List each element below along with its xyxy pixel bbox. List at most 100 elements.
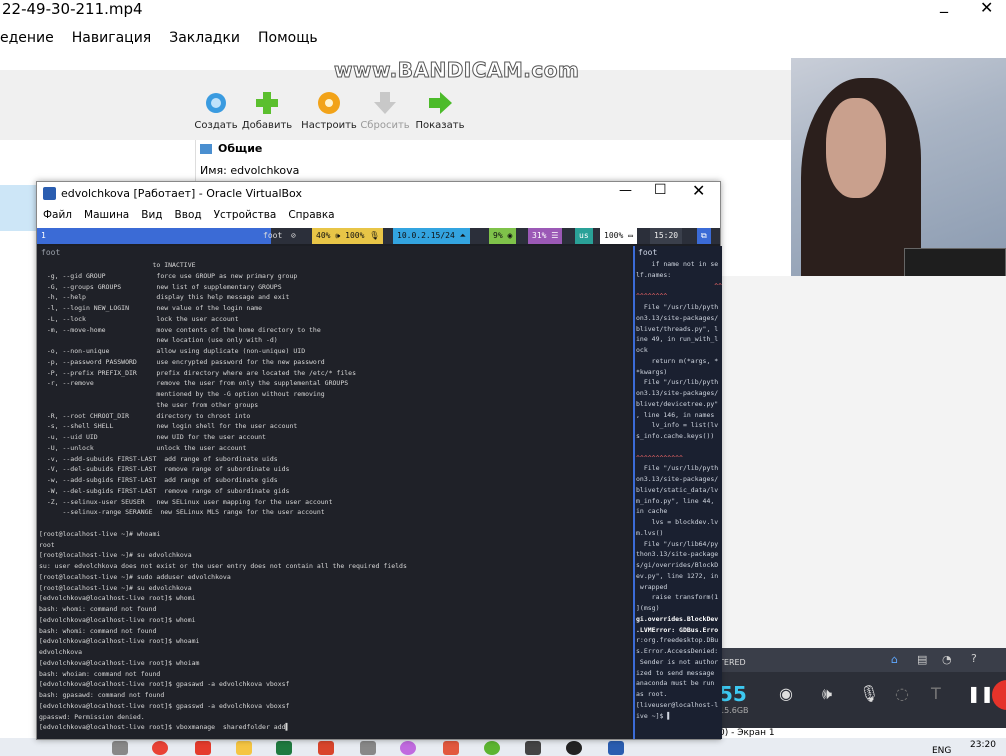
vm-menu-help[interactable]: Справка bbox=[282, 206, 340, 228]
terminal-side-output-line: ^^^^^^^^ bbox=[636, 292, 668, 301]
vm-menu-view[interactable]: Вид bbox=[135, 206, 168, 228]
excel-icon[interactable] bbox=[276, 741, 292, 755]
vm-menu-machine[interactable]: Машина bbox=[78, 206, 135, 228]
app2-icon[interactable] bbox=[400, 741, 416, 755]
webcam-overlay bbox=[791, 58, 1006, 310]
vm-list-panel bbox=[0, 140, 196, 185]
terminal-output-line: to INACTIVE bbox=[39, 261, 196, 269]
vm-titlebar[interactable]: edvolchkova [Работает] - Oracle VirtualB… bbox=[37, 181, 720, 206]
details-vm-name: Имя: edvolchkova bbox=[200, 164, 300, 177]
terminal-side-output-line: lf.names: bbox=[636, 270, 672, 279]
terminal-side-output-line: return m(*args, * bbox=[636, 356, 719, 365]
language-indicator[interactable]: ENG bbox=[932, 746, 951, 756]
app-icon[interactable] bbox=[195, 741, 211, 755]
network-module[interactable]: 10.0.2.15/24 ⏶ bbox=[393, 228, 471, 244]
speaker-icon[interactable]: 🕪 bbox=[822, 684, 832, 704]
terminal-output-line: --selinux-range SERANGE new SELinux MLS … bbox=[39, 508, 325, 517]
virtualbox-logo-icon bbox=[43, 187, 56, 200]
host-background-area bbox=[719, 276, 1006, 648]
terminal-output-line: [root@localhost-live ~]# su edvolchkova bbox=[39, 551, 192, 560]
app5-icon[interactable] bbox=[525, 741, 541, 755]
terminal-output-line: [edvolchkova@localhost-live root]$ whoia… bbox=[39, 658, 200, 667]
memory-module[interactable]: 31% ☰ bbox=[528, 228, 563, 244]
taskview-icon[interactable] bbox=[112, 741, 128, 755]
explorer-icon[interactable] bbox=[236, 741, 252, 755]
camera-icon[interactable]: ◔ bbox=[942, 653, 952, 666]
create-label: Создать bbox=[194, 120, 238, 131]
terminal-side-output-line: ock bbox=[636, 346, 648, 354]
settings-icon bbox=[316, 90, 342, 116]
terminal-side-output-line: ev.py", line 1272, in bbox=[636, 571, 719, 580]
cursor-icon[interactable]: ◌ bbox=[895, 684, 909, 703]
virtualbox-vm-window: edvolchkova [Работает] - Oracle VirtualB… bbox=[36, 181, 722, 740]
terminal-side-output-line: gi.overrides.BlockDev bbox=[636, 614, 719, 623]
arrow-down-icon bbox=[372, 90, 398, 116]
vm-menu-devices[interactable]: Устройства bbox=[208, 206, 283, 228]
tray-icon[interactable]: ⧉ bbox=[697, 228, 711, 244]
menu-item-help[interactable]: Помощь bbox=[258, 30, 318, 50]
add-button[interactable]: Добавить bbox=[237, 90, 297, 131]
guest-display[interactable]: 1 foot ⊘ 40% 🕪 100% 🎙 10.0.2.15/24 ⏶ 9% … bbox=[37, 228, 722, 739]
terminal-output-line: [edvolchkova@localhost-live root]$ whomi bbox=[39, 615, 196, 624]
terminal-output-line: -P, --prefix PREFIX_DIR prefix directory… bbox=[39, 368, 356, 377]
vm-minimize-button[interactable]: — bbox=[619, 183, 632, 198]
vm-list-selected-item[interactable] bbox=[0, 185, 36, 231]
vm-close-button[interactable]: ✕ bbox=[692, 181, 705, 200]
stop-record-button[interactable] bbox=[992, 680, 1006, 710]
folder-icon[interactable]: ▤ bbox=[917, 653, 927, 666]
menu-item-navigation[interactable]: Навигация bbox=[72, 30, 151, 50]
terminal-main[interactable]: foot to INACTIVE -g, --gid GROUP force u… bbox=[37, 246, 631, 739]
details-general-header: Общие bbox=[200, 142, 262, 155]
vm-menu-file[interactable]: Файл bbox=[37, 206, 78, 228]
close-button[interactable]: ✕ bbox=[980, 0, 993, 17]
terminal-output-line: root bbox=[39, 540, 55, 549]
app3-icon[interactable] bbox=[443, 741, 459, 755]
cpu-module[interactable]: 9% ◉ bbox=[489, 228, 517, 244]
terminal-output-line: -L, --lock lock the user account bbox=[39, 314, 239, 323]
powerpoint-icon[interactable] bbox=[318, 741, 334, 755]
vm-maximize-button[interactable]: ☐ bbox=[654, 182, 667, 198]
text-icon[interactable]: T bbox=[931, 684, 941, 703]
vm-menu-input[interactable]: Ввод bbox=[169, 206, 208, 228]
show-button[interactable]: Показать bbox=[410, 90, 470, 131]
taskbar: ENG 23:20 bbox=[0, 738, 1006, 756]
lock-icon[interactable]: ⌂ bbox=[891, 653, 898, 666]
terminal-side[interactable]: foot if name not in se lf.names: ^^ ^^^^… bbox=[633, 246, 722, 739]
terminal-output-line: bash: whomi: command not found bbox=[39, 626, 157, 635]
terminal-side-output-line: s/gi/overrides/BlockD bbox=[636, 561, 719, 569]
terminal-side-output-line: m.lvs() bbox=[636, 528, 664, 537]
terminal-output-line: -r, --remove remove the user from only t… bbox=[39, 379, 349, 388]
settings-button[interactable]: Настроить bbox=[299, 90, 359, 131]
idle-inhibitor-icon[interactable]: ⊘ bbox=[287, 228, 300, 244]
app4-icon[interactable] bbox=[484, 741, 500, 755]
clock[interactable]: 23:20 bbox=[970, 740, 996, 750]
webcam-icon[interactable]: ◉ bbox=[779, 684, 793, 703]
discard-button[interactable]: Сбросить bbox=[355, 90, 415, 131]
details-panel: Общие Имя: edvolchkova bbox=[196, 140, 791, 185]
terminal-side-output-line: ive ~]$ ▌ bbox=[636, 711, 672, 720]
terminal-side-output-line: wrapped bbox=[636, 582, 668, 591]
terminal-output-line: edvolchkova bbox=[39, 648, 83, 656]
menu-item-view[interactable]: едение bbox=[0, 30, 54, 50]
menu-item-bookmarks[interactable]: Закладки bbox=[169, 30, 240, 50]
microphone-icon[interactable]: 🎙 bbox=[859, 684, 879, 703]
terminal-side-output-line: lv_info = list(lv bbox=[636, 421, 719, 430]
terminal-output-line: -h, --help display this help message and… bbox=[39, 293, 290, 302]
terminal-tab-label: foot bbox=[41, 248, 61, 257]
chrome-icon[interactable] bbox=[152, 741, 168, 755]
tool-icon[interactable] bbox=[360, 741, 376, 755]
keyboard-layout-module[interactable]: us bbox=[575, 228, 593, 244]
virtualbox-icon[interactable] bbox=[608, 741, 624, 755]
minimize-button[interactable]: _ bbox=[940, 0, 948, 13]
gear-icon bbox=[203, 90, 229, 116]
terminal-side-output-line: on3.13/site-packages/ bbox=[636, 313, 719, 322]
workspace-indicator[interactable]: 1 bbox=[37, 228, 271, 244]
help-icon[interactable]: ? bbox=[971, 652, 977, 665]
pause-icon[interactable]: ❚❚ bbox=[967, 684, 994, 703]
audio-module[interactable]: 40% 🕪 100% 🎙 bbox=[312, 228, 384, 244]
terminal-output-line: [edvolchkova@localhost-live root]$ gpasa… bbox=[39, 680, 290, 689]
recorder-watermark: www.BANDICAM.com bbox=[333, 58, 580, 83]
bandicam-icon[interactable] bbox=[566, 741, 582, 755]
terminal-output-line: mentioned by the -G option without remov… bbox=[39, 390, 325, 398]
terminal-side-output-line: lvs = blockdev.lv bbox=[636, 518, 719, 526]
